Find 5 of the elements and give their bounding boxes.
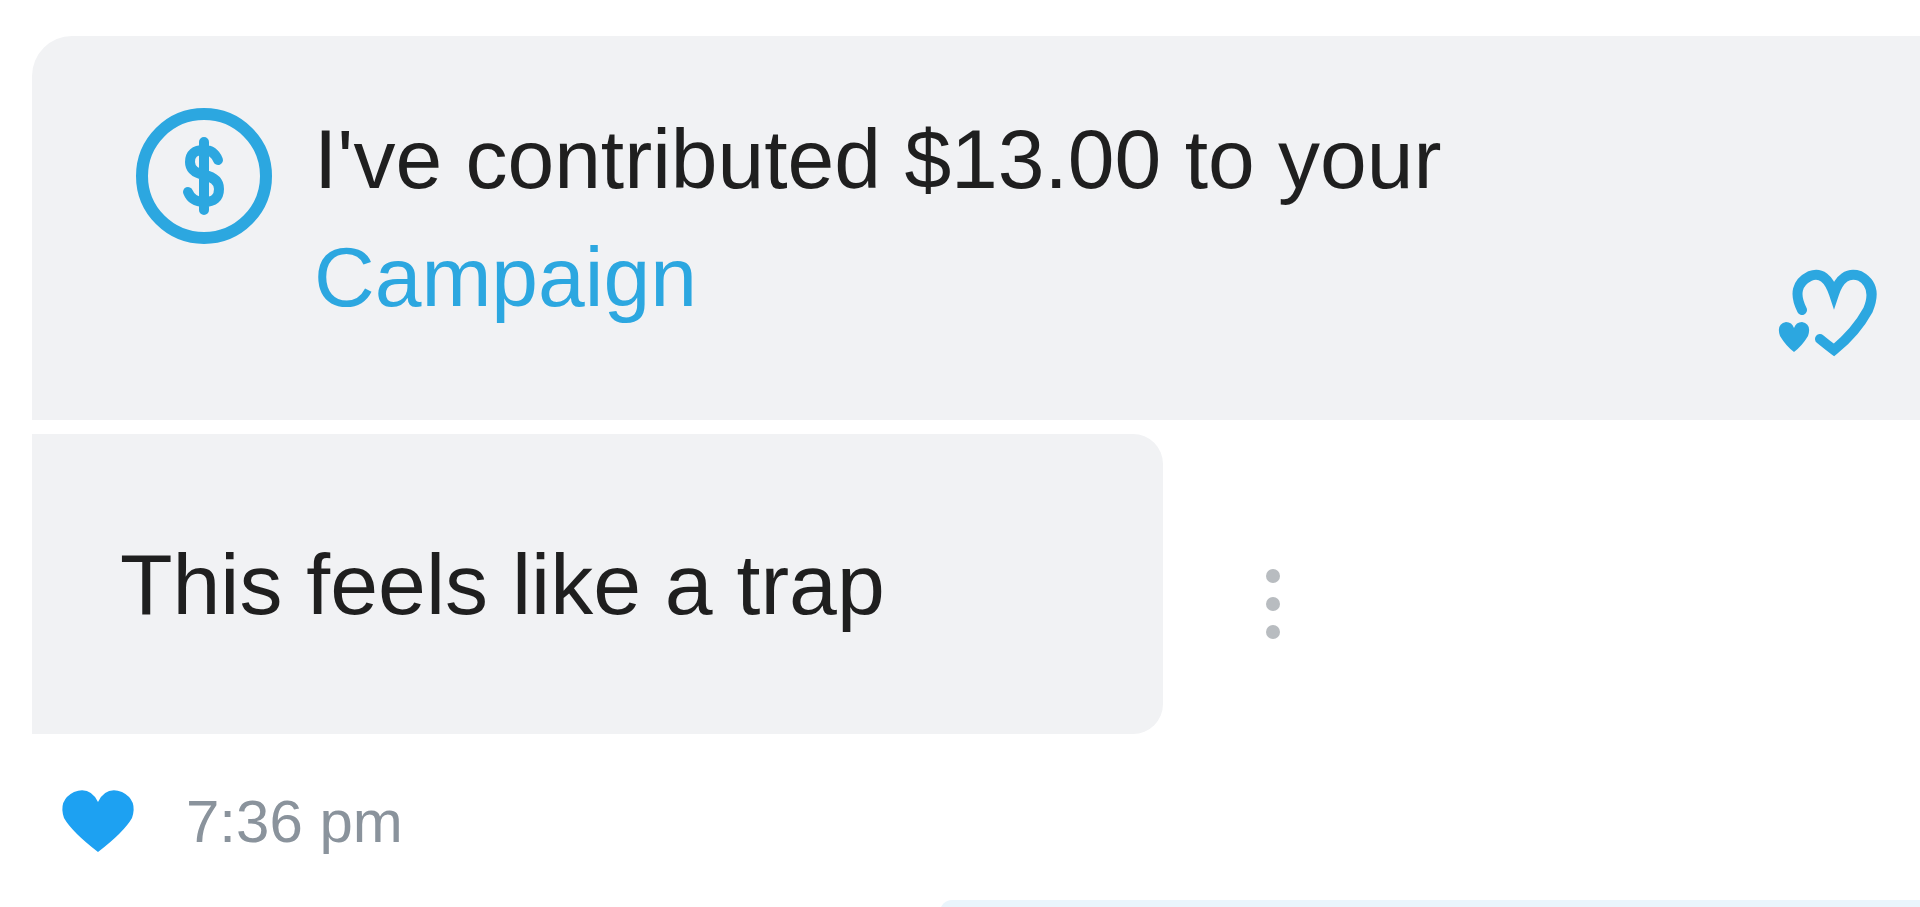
dollar-icon	[134, 106, 274, 246]
message-bubble: This feels like a trap	[32, 434, 1163, 734]
contribution-message: I've contributed $13.00 to your Campaign	[314, 111, 1443, 326]
message-time: 7:36 pm	[186, 786, 403, 856]
campaign-link[interactable]: Campaign	[314, 230, 697, 324]
